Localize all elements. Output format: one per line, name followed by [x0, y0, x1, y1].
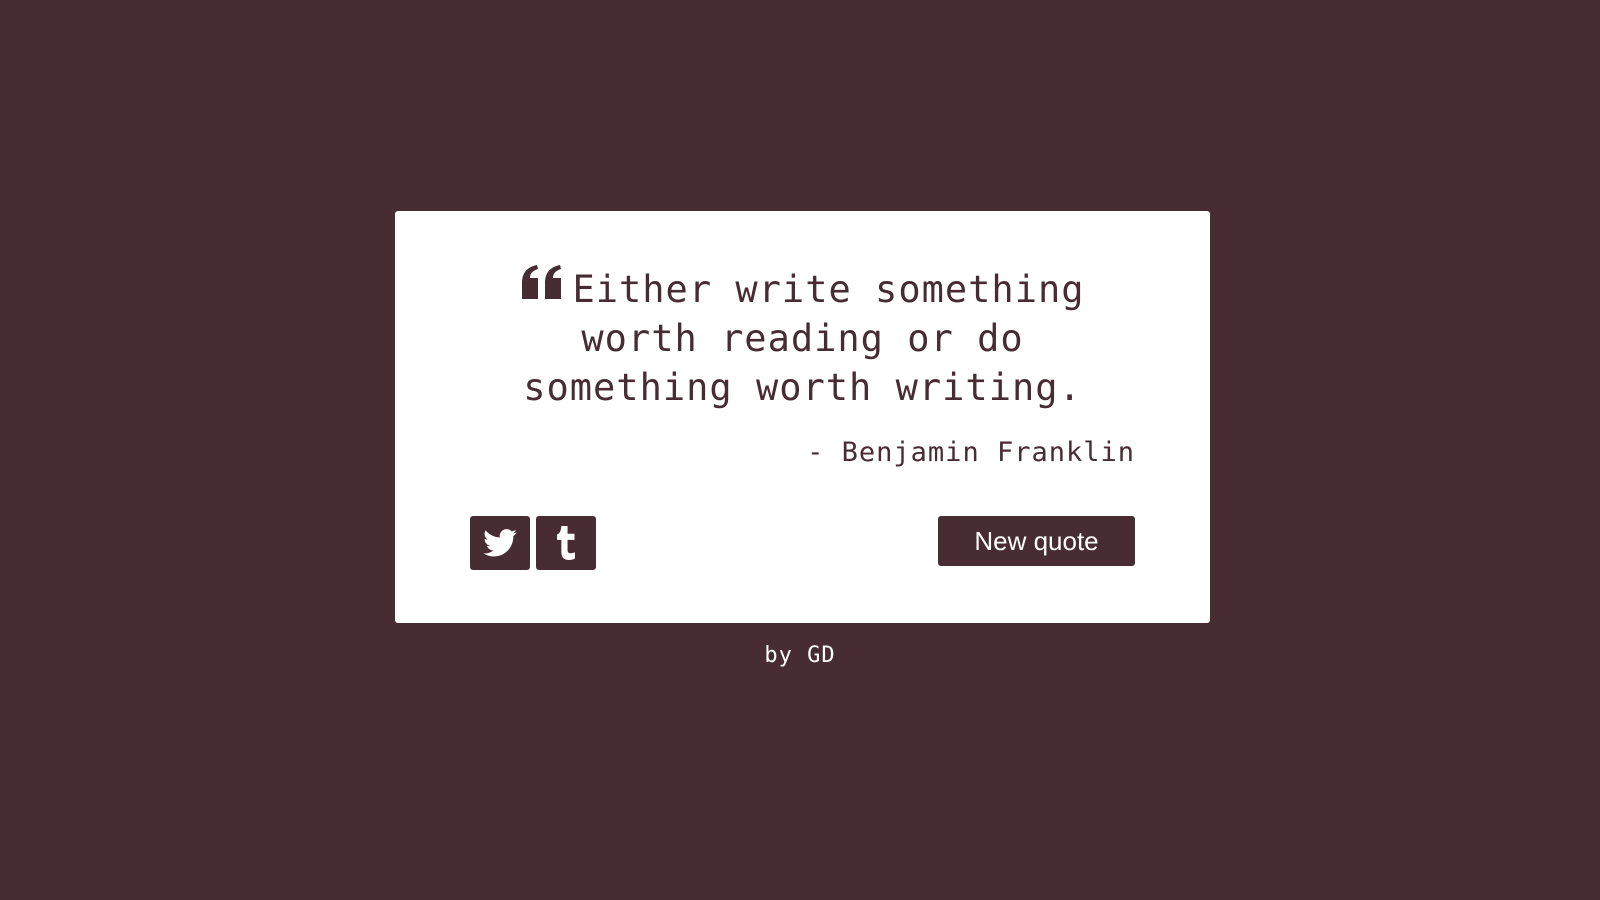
tweet-button[interactable] [470, 516, 530, 570]
quote-box: Either write something worth reading or … [395, 211, 1210, 623]
tumblr-icon [557, 526, 575, 560]
quote-text-block: Either write something worth reading or … [470, 265, 1135, 412]
footer-credit: by GD [764, 643, 836, 668]
tumblr-button[interactable] [536, 516, 596, 570]
quote-author: - Benjamin Franklin [807, 437, 1135, 468]
new-quote-button[interactable]: New quote [938, 516, 1135, 566]
twitter-icon [483, 529, 517, 557]
quote-text: Either write something worth reading or … [523, 268, 1085, 409]
quote-left-icon [522, 265, 562, 299]
